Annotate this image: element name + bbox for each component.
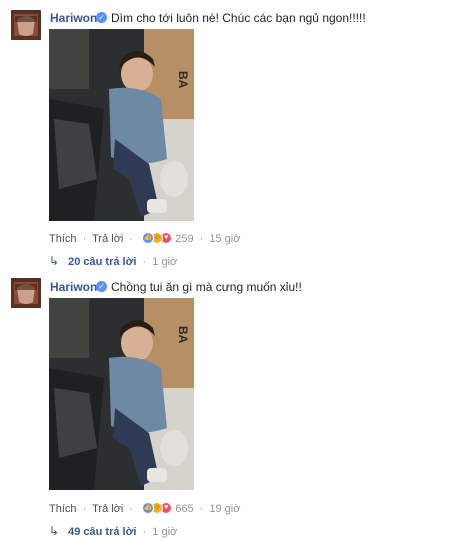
- comment-photo[interactable]: BA: [49, 298, 194, 490]
- avatar[interactable]: [11, 278, 41, 308]
- comment-text: Dìm cho tới luôn nè! Chúc các bạn ngủ ng…: [111, 11, 366, 25]
- avatar-image: [11, 10, 41, 40]
- replies-count[interactable]: 49 câu trả lời: [68, 526, 136, 538]
- photo-box-label: BA: [176, 326, 190, 344]
- replies-time: 1 giờ: [152, 526, 178, 538]
- replies-time: 1 giờ: [152, 256, 178, 268]
- replies-link[interactable]: ↳ 20 câu trả lời · 1 giờ: [49, 254, 177, 268]
- like-button[interactable]: Thích: [49, 503, 77, 515]
- replies-link[interactable]: ↳ 49 câu trả lời · 1 giờ: [49, 524, 177, 538]
- separator: ·: [199, 233, 204, 245]
- verified-badge-icon: ✓: [96, 281, 107, 292]
- photo-image: BA: [49, 29, 194, 221]
- separator: ·: [129, 503, 134, 515]
- separator: ·: [142, 256, 147, 268]
- comment-photo[interactable]: BA: [49, 29, 194, 221]
- comment-text: Chồng tui ăn gì mà cưng muốn xỉu!!: [111, 280, 302, 294]
- avatar[interactable]: [11, 10, 41, 40]
- reactions-summary[interactable]: 👍 ☺ ♥: [142, 502, 173, 514]
- photo-image: BA: [49, 298, 194, 490]
- reactions-count[interactable]: 259: [175, 233, 193, 245]
- comment-actions: Thích · Trả lời · 👍 ☺ ♥ 259 · 15 giờ: [49, 232, 240, 245]
- separator: ·: [129, 233, 134, 245]
- comment-time[interactable]: 19 giờ: [209, 503, 240, 515]
- comment-time[interactable]: 15 giờ: [209, 233, 240, 245]
- like-button[interactable]: Thích: [49, 233, 77, 245]
- photo-box-label: BA: [176, 71, 190, 89]
- reply-arrow-icon: ↳: [49, 524, 60, 538]
- separator: ·: [142, 526, 147, 538]
- comment-author[interactable]: Hariwon: [50, 11, 97, 25]
- verified-badge-icon: ✓: [96, 12, 107, 23]
- replies-count[interactable]: 20 câu trả lời: [68, 256, 136, 268]
- reply-arrow-icon: ↳: [49, 254, 60, 268]
- reactions-summary[interactable]: 👍 ☺ ♥: [142, 232, 173, 244]
- reply-button[interactable]: Trả lời: [92, 503, 123, 515]
- comment-author[interactable]: Hariwon: [50, 280, 97, 294]
- reactions-count[interactable]: 665: [175, 503, 193, 515]
- separator: ·: [82, 233, 87, 245]
- separator: ·: [199, 503, 204, 515]
- separator: ·: [82, 503, 87, 515]
- comment-actions: Thích · Trả lời · 👍 ☺ ♥ 665 · 19 giờ: [49, 502, 240, 515]
- avatar-image: [11, 278, 41, 308]
- reply-button[interactable]: Trả lời: [92, 233, 123, 245]
